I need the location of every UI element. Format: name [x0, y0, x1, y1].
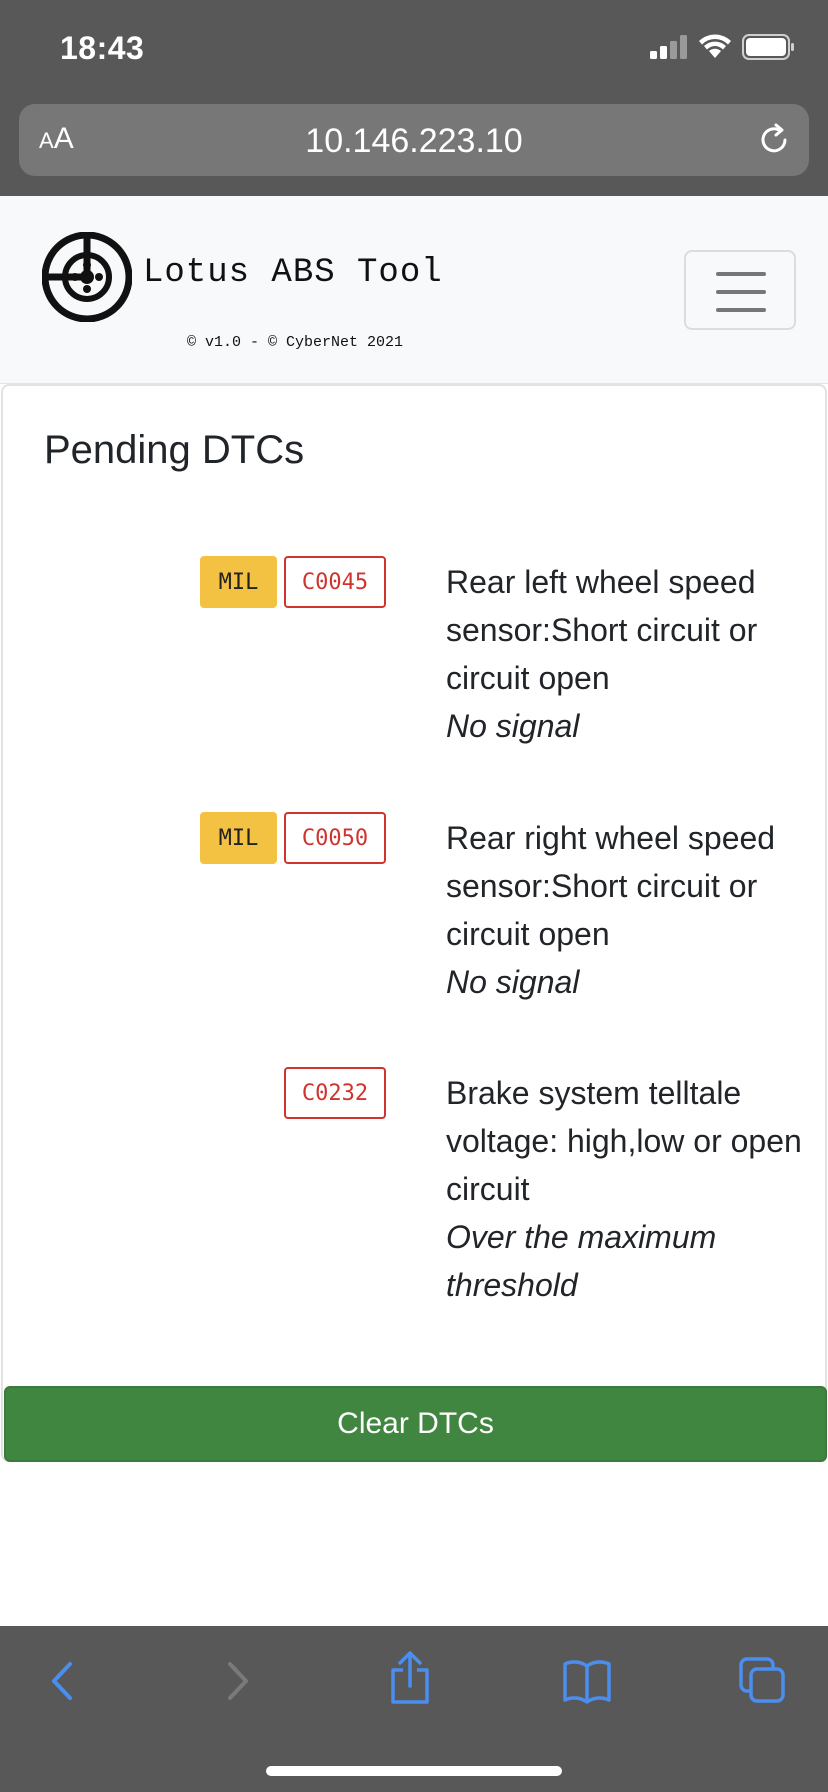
- brand-subtitle: © v1.0 - © CyberNet 2021: [187, 334, 404, 351]
- status-time: 18:43: [60, 30, 145, 66]
- dtc-description: Brake system telltale voltage: high,low …: [446, 1075, 802, 1207]
- brand-title[interactable]: Lotus ABS Tool: [143, 254, 443, 292]
- pending-dtcs-card: Pending DTCs MIL C0045 Rear left wheel s…: [1, 384, 827, 1462]
- dtc-code-badge: C0045: [284, 556, 386, 608]
- dtc-detail: Over the maximum threshold: [446, 1219, 717, 1303]
- menu-toggle-button[interactable]: [684, 250, 796, 330]
- status-icons: [650, 34, 796, 60]
- mil-badge: MIL: [200, 556, 277, 608]
- url-text[interactable]: 10.146.223.10: [19, 122, 809, 161]
- dtc-description-block: Rear right wheel speed sensor:Short circ…: [446, 814, 816, 1006]
- battery-icon: [742, 34, 794, 60]
- address-bar[interactable]: AA 10.146.223.10: [19, 104, 809, 176]
- dtc-description: Rear left wheel speed sensor:Short circu…: [446, 564, 758, 696]
- mil-badge: MIL: [200, 812, 277, 864]
- dtc-detail: No signal: [446, 708, 580, 744]
- reload-icon[interactable]: [757, 122, 793, 158]
- back-icon[interactable]: [42, 1656, 82, 1706]
- brake-disc-logo-icon[interactable]: [42, 232, 132, 322]
- dtc-description-block: Rear left wheel speed sensor:Short circu…: [446, 558, 816, 750]
- wifi-icon: [699, 34, 731, 58]
- forward-icon[interactable]: [218, 1656, 258, 1706]
- hamburger-line: [716, 290, 766, 294]
- browser-toolbar: [0, 1626, 828, 1792]
- card-title: Pending DTCs: [44, 428, 305, 472]
- browser-address-area: AA 10.146.223.10: [0, 100, 828, 196]
- dtc-description: Rear right wheel speed sensor:Short circ…: [446, 820, 776, 952]
- hamburger-line: [716, 272, 766, 276]
- clear-dtcs-button[interactable]: Clear DTCs: [4, 1386, 827, 1462]
- dtc-code-badge: C0050: [284, 812, 386, 864]
- hamburger-line: [716, 308, 766, 312]
- cellular-signal-icon: [650, 35, 687, 59]
- share-icon[interactable]: [388, 1650, 432, 1706]
- dtc-description-block: Brake system telltale voltage: high,low …: [446, 1069, 816, 1309]
- home-indicator[interactable]: [266, 1766, 562, 1776]
- dtc-detail: No signal: [446, 964, 580, 1000]
- dtc-code-badge: C0232: [284, 1067, 386, 1119]
- tabs-icon[interactable]: [738, 1656, 786, 1704]
- navbar: Lotus ABS Tool © v1.0 - © CyberNet 2021: [0, 196, 828, 384]
- bookmarks-icon[interactable]: [562, 1658, 612, 1704]
- status-bar: 18:43: [0, 0, 828, 100]
